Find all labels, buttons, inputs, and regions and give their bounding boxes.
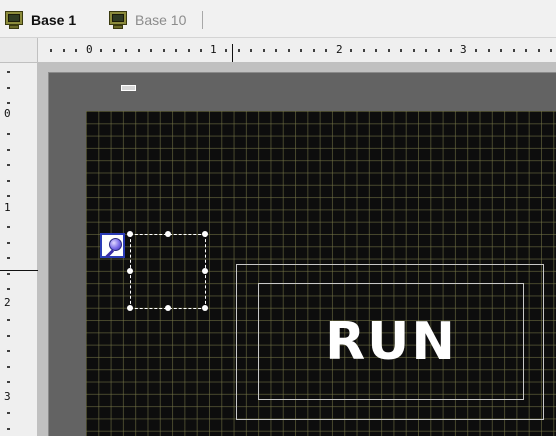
ruler-tick	[250, 49, 252, 52]
ruler-tick	[7, 288, 10, 290]
resize-handle[interactable]	[202, 231, 208, 237]
ruler-tick	[487, 49, 490, 52]
ruler-tick	[475, 49, 477, 52]
ruler-tick	[537, 49, 540, 52]
ruler-tick	[287, 49, 290, 52]
screen-tab-bar: Base 1 Base 10	[0, 0, 556, 38]
ruler-label: 0	[4, 107, 11, 120]
vertical-ruler: 0 1 2 3	[0, 63, 38, 436]
ruler-tick	[7, 148, 10, 151]
ruler-tick	[7, 350, 10, 352]
ruler-tick	[7, 71, 10, 73]
ruler-tick	[425, 49, 427, 52]
ruler-tick	[512, 49, 515, 52]
ruler-tick	[100, 49, 102, 52]
ruler-label: 0	[86, 43, 93, 56]
resize-handle[interactable]	[127, 305, 133, 311]
ruler-label: 3	[4, 390, 11, 403]
ruler-tick	[150, 49, 152, 52]
ruler-tick	[550, 49, 552, 52]
tab-label: Base 10	[135, 12, 187, 28]
ruler-tick	[7, 381, 10, 383]
ruler-tick	[400, 49, 402, 52]
resize-handle[interactable]	[127, 268, 133, 274]
ruler-tick	[375, 49, 377, 52]
ruler-tick	[7, 179, 10, 182]
horizontal-ruler: 0 1 2 3	[38, 38, 556, 63]
ruler-tick	[525, 49, 527, 52]
ruler-tick	[437, 49, 440, 52]
ruler-tick	[200, 49, 202, 52]
ruler-tick	[7, 257, 10, 259]
ruler-label: 1	[210, 43, 217, 56]
resize-handle[interactable]	[165, 305, 171, 311]
tab-separator	[202, 11, 203, 29]
ruler-tick	[350, 49, 352, 52]
ruler-tick	[7, 164, 10, 166]
monitor-icon	[108, 10, 128, 30]
ruler-tick	[7, 102, 10, 104]
ruler-tick	[325, 49, 327, 52]
ruler-tick	[112, 49, 115, 52]
lamp-label: RUN	[325, 311, 457, 372]
resize-handle[interactable]	[165, 231, 171, 237]
ruler-tick	[262, 49, 265, 52]
ruler-tick	[7, 319, 10, 321]
ruler-tick	[500, 49, 502, 52]
ruler-tick	[7, 241, 10, 244]
ruler-tick	[300, 49, 302, 52]
ruler-tick	[7, 272, 10, 275]
ruler-cursor-marker	[0, 270, 38, 271]
ruler-tick	[75, 49, 77, 52]
ruler-tick	[225, 49, 227, 52]
ruler-cursor-marker	[232, 44, 233, 62]
ruler-tick	[7, 365, 10, 368]
ruler-tick	[412, 49, 415, 52]
ruler-label: 2	[4, 296, 11, 309]
ruler-tick	[450, 49, 452, 52]
resize-handle[interactable]	[127, 231, 133, 237]
ruler-tick	[7, 86, 10, 89]
ruler-tick	[7, 334, 10, 337]
frame-marker	[121, 85, 136, 91]
ruler-label: 2	[336, 43, 343, 56]
tab-label: Base 1	[31, 12, 77, 28]
ruler-label: 1	[4, 201, 11, 214]
ruler-tick	[125, 49, 127, 52]
ruler-tick	[62, 49, 65, 52]
ruler-tick	[137, 49, 140, 52]
ruler-tick	[50, 49, 52, 52]
ruler-tick	[175, 49, 177, 52]
ruler-tick	[237, 49, 240, 52]
ruler-tick	[7, 226, 10, 228]
ruler-tick	[387, 49, 390, 52]
monitor-icon	[4, 10, 24, 30]
ruler-tick	[312, 49, 315, 52]
selected-object[interactable]	[127, 231, 208, 311]
resize-handle[interactable]	[202, 305, 208, 311]
ruler-tick	[7, 427, 10, 430]
ruler-label: 3	[460, 43, 467, 56]
magnifier-icon[interactable]	[100, 233, 125, 258]
ruler-tick	[362, 49, 365, 52]
tab-base-1[interactable]: Base 1	[4, 8, 76, 32]
ruler-tick	[7, 133, 10, 135]
ruler-tick	[7, 412, 10, 414]
ruler-tick	[7, 195, 10, 197]
ruler-tick	[187, 49, 190, 52]
ruler-tick	[162, 49, 165, 52]
resize-handle[interactable]	[202, 268, 208, 274]
ruler-corner	[0, 38, 38, 63]
tab-base-10[interactable]: Base 10	[108, 8, 186, 32]
ruler-tick	[275, 49, 277, 52]
